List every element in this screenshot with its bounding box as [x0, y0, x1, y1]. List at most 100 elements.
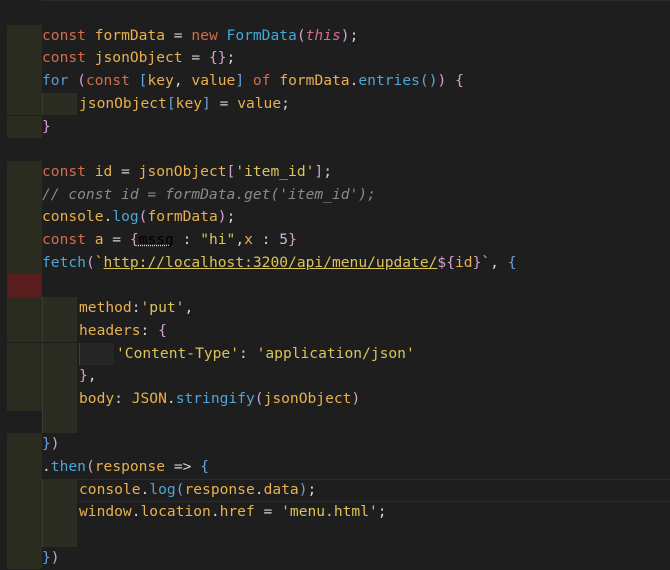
- gutter-marker: [7, 183, 42, 207]
- code-text[interactable]: method:'put',: [79, 297, 193, 320]
- code-text[interactable]: console.log(response.data);: [79, 479, 316, 502]
- code-token: .: [103, 208, 113, 226]
- error-gutter-marker: [7, 274, 42, 298]
- code-text[interactable]: headers: {: [79, 320, 167, 343]
- code-token: href: [219, 503, 255, 521]
- code-token: // const id = formData.get('item_id');: [42, 185, 376, 203]
- gutter-marker: [7, 24, 42, 48]
- code-text[interactable]: }: [42, 116, 51, 139]
- code-line[interactable]: window.location.href = 'menu.html';: [0, 501, 670, 525]
- code-token: 5: [279, 231, 289, 248]
- code-line[interactable]: [0, 274, 670, 298]
- code-token: `: [481, 253, 491, 271]
- code-token: (: [296, 26, 306, 44]
- code-line[interactable]: 'Content-Type': 'application/json': [0, 342, 670, 366]
- code-line[interactable]: [0, 2, 670, 25]
- code-token: data: [263, 480, 299, 498]
- code-line[interactable]: method:'put',: [0, 297, 670, 320]
- code-token: jsonObject: [79, 94, 167, 112]
- code-text[interactable]: jsonObject[key] = value;: [79, 93, 290, 116]
- code-text[interactable]: fetch(`http://localhost:3200/api/menu/up…: [42, 252, 517, 275]
- code-text[interactable]: window.location.href = 'menu.html';: [79, 501, 387, 524]
- code-token: location: [140, 503, 211, 521]
- code-token: ;: [307, 480, 317, 498]
- gutter-marker: [7, 47, 42, 71]
- code-line[interactable]: // const id = formData.get('item_id');: [0, 183, 670, 207]
- code-token: http://localhost:3200/api/menu/update/: [103, 253, 438, 271]
- gutter-marker: [7, 229, 42, 252]
- code-token: `: [94, 253, 104, 271]
- code-line[interactable]: .then(response => {: [0, 456, 670, 479]
- code-token: id: [454, 253, 473, 271]
- code-line[interactable]: [0, 410, 670, 434]
- code-token: :: [173, 231, 201, 248]
- code-text[interactable]: }): [42, 547, 60, 570]
- code-token: ]: [314, 162, 324, 180]
- code-token: 'application/json': [256, 344, 415, 362]
- code-line[interactable]: body: JSON.stringify(jsonObject): [0, 387, 670, 411]
- code-token: ;: [323, 162, 332, 180]
- code-token: x: [244, 231, 253, 248]
- code-token: const: [42, 49, 95, 67]
- code-line[interactable]: for (const [key, value] of formData.entr…: [0, 70, 670, 93]
- code-token: }: [42, 435, 51, 453]
- indent-guide: [42, 365, 77, 388]
- code-token: const: [42, 26, 95, 44]
- code-line[interactable]: const jsonObject = {};: [0, 47, 670, 71]
- code-text[interactable]: body: JSON.stringify(jsonObject): [79, 388, 360, 411]
- code-token: const: [85, 72, 139, 90]
- code-text[interactable]: .then(response => {: [42, 456, 209, 479]
- code-token: [: [166, 94, 176, 112]
- code-line[interactable]: const id = jsonObject['item_id'];: [0, 160, 670, 184]
- code-token: [: [226, 162, 236, 180]
- code-line[interactable]: console.log(response.data);: [0, 478, 670, 502]
- code-editor[interactable]: const formData = new FormData(this); cons…: [0, 0, 670, 570]
- code-token: console: [42, 208, 104, 226]
- code-line[interactable]: }): [0, 546, 670, 570]
- code-text[interactable]: const jsonObject = {};: [42, 47, 235, 70]
- code-token: (): [419, 72, 438, 90]
- indent-guide: [42, 342, 77, 366]
- code-line[interactable]: const formData = new FormData(this);: [0, 24, 670, 48]
- gutter-marker: [7, 342, 42, 366]
- code-line[interactable]: [0, 524, 670, 547]
- code-text[interactable]: const a = {mssg : "hi",x : 5}: [42, 229, 297, 252]
- code-text[interactable]: const id = jsonObject['item_id'];: [42, 161, 332, 184]
- code-token: .: [166, 389, 176, 407]
- code-line[interactable]: console.log(formData);: [0, 206, 670, 229]
- code-text[interactable]: },: [79, 365, 97, 388]
- gutter-marker: [7, 206, 42, 229]
- code-token: fetch: [42, 253, 86, 271]
- code-token: entries: [358, 72, 420, 90]
- code-token: formData: [94, 26, 166, 44]
- code-line[interactable]: headers: {: [0, 319, 670, 343]
- gutter-marker: [7, 92, 42, 116]
- code-text[interactable]: const formData = new FormData(this);: [42, 25, 358, 48]
- code-token: "hi": [200, 231, 236, 248]
- code-token: 'item_id': [235, 162, 315, 180]
- code-token: ): [437, 72, 447, 90]
- code-line[interactable]: },: [0, 365, 670, 388]
- code-token: stringify: [175, 389, 255, 407]
- gutter-marker: [7, 160, 42, 184]
- code-line[interactable]: const a = {mssg : "hi",x : 5}: [0, 229, 670, 252]
- code-text[interactable]: for (const [key, value] of formData.entr…: [42, 70, 464, 93]
- indent-guide: [42, 297, 77, 320]
- code-token: {}: [208, 49, 227, 67]
- code-token: formData: [147, 208, 218, 226]
- code-token: =: [182, 49, 209, 67]
- code-text[interactable]: // const id = formData.get('item_id');: [42, 184, 376, 207]
- code-text[interactable]: 'Content-Type': 'application/json': [116, 343, 415, 366]
- code-token: ,: [235, 231, 245, 248]
- code-line[interactable]: fetch(`http://localhost:3200/api/menu/up…: [0, 251, 670, 275]
- code-token: of: [244, 72, 280, 90]
- code-line[interactable]: }: [0, 115, 670, 139]
- code-token: JSON: [131, 389, 167, 407]
- code-line[interactable]: jsonObject[key] = value;: [0, 92, 670, 116]
- code-text[interactable]: }): [42, 433, 60, 456]
- code-line[interactable]: }): [0, 433, 670, 456]
- code-token: ]: [235, 72, 245, 90]
- code-text[interactable]: console.log(formData);: [42, 206, 235, 229]
- code-token: =: [210, 94, 238, 112]
- code-line[interactable]: [0, 138, 670, 161]
